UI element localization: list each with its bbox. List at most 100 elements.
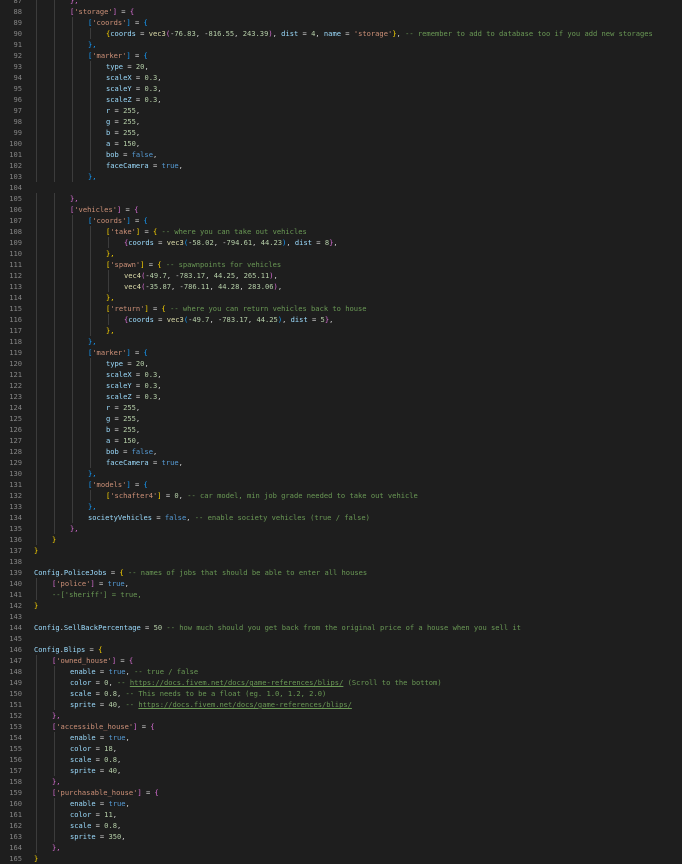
code-line[interactable]: 102 faceCamera = true, bbox=[0, 160, 682, 171]
code-line[interactable]: 152}, bbox=[0, 710, 682, 721]
code-line[interactable]: 110}, bbox=[0, 248, 682, 259]
code-line[interactable]: 104 bbox=[0, 182, 682, 193]
indent-guide bbox=[90, 248, 91, 259]
code-token: scaleX bbox=[106, 370, 132, 379]
code-line[interactable]: 126 b = 255, bbox=[0, 424, 682, 435]
code-line[interactable]: 153 ['accessible_house'] = { bbox=[0, 721, 682, 732]
code-line[interactable]: 162 scale = 0.8, bbox=[0, 820, 682, 831]
code-token: 816.55 bbox=[208, 29, 235, 38]
code-line[interactable]: 119 ['marker'] = { bbox=[0, 347, 682, 358]
code-editor[interactable]: 87}, 88 ['storage'] = {89 ['coords'] = {90{… bbox=[0, 0, 682, 864]
code-line[interactable]: 157 sprite = 40, bbox=[0, 765, 682, 776]
code-line[interactable]: 161 color = 11, bbox=[0, 809, 682, 820]
code-line[interactable]: 144 Config.SellBackPercentage = 50 -- how… bbox=[0, 622, 682, 633]
code-line[interactable]: 155 color = 18, bbox=[0, 743, 682, 754]
code-line[interactable]: 95 scaleY = 0.3, bbox=[0, 83, 682, 94]
code-line[interactable]: 146 Config.Blips = { bbox=[0, 644, 682, 655]
code-line[interactable]: 151 sprite = 40, -- https://docs.fivem.ne… bbox=[0, 699, 682, 710]
code-line[interactable]: 90 {coords = vec3(-76.83, -816.55, 243.39… bbox=[0, 28, 682, 39]
code-token[interactable]: https://docs.fivem.net/docs/game-referen… bbox=[138, 700, 352, 709]
code-line[interactable]: 92 ['marker'] = { bbox=[0, 50, 682, 61]
code-line[interactable]: 158}, bbox=[0, 776, 682, 787]
code-line[interactable]: 105}, bbox=[0, 193, 682, 204]
code-token: 255 bbox=[123, 117, 136, 126]
code-line[interactable]: 107 ['coords'] = { bbox=[0, 215, 682, 226]
code-line[interactable]: 143 bbox=[0, 611, 682, 622]
code-line[interactable]: 148 enable = true, -- true / false bbox=[0, 666, 682, 677]
code-line[interactable]: 160 enable = true, bbox=[0, 798, 682, 809]
code-line[interactable]: 103}, bbox=[0, 171, 682, 182]
code-line[interactable]: 91}, bbox=[0, 39, 682, 50]
code-line[interactable]: 163 sprite = 350, bbox=[0, 831, 682, 842]
code-line[interactable]: 115 ['return'] = { -- where you can retur… bbox=[0, 303, 682, 314]
code-line[interactable]: 135}, bbox=[0, 523, 682, 534]
code-token: = bbox=[110, 414, 124, 423]
code-line[interactable]: 139 Config.PoliceJobs = { -- names of job… bbox=[0, 567, 682, 578]
code-line[interactable]: 114}, bbox=[0, 292, 682, 303]
code-token: }, bbox=[52, 843, 61, 852]
code-token: sprite bbox=[70, 700, 96, 709]
code-line[interactable]: 138 bbox=[0, 556, 682, 567]
code-line[interactable]: 137} bbox=[0, 545, 682, 556]
code-token: }, bbox=[70, 194, 79, 203]
code-token: = bbox=[95, 700, 109, 709]
code-line[interactable]: 118}, bbox=[0, 336, 682, 347]
code-line[interactable]: 98 g = 255, bbox=[0, 116, 682, 127]
code-line[interactable]: 88 ['storage'] = { bbox=[0, 6, 682, 17]
indent-guide bbox=[54, 116, 55, 127]
code-line[interactable]: 149 color = 0, -- https://docs.fivem.net/… bbox=[0, 677, 682, 688]
code-line[interactable]: 120 type = 20, bbox=[0, 358, 682, 369]
code-line[interactable]: 133}, bbox=[0, 501, 682, 512]
code-line[interactable]: 150 scale = 0.8, -- This needs to be a fl… bbox=[0, 688, 682, 699]
line-number: 145 bbox=[9, 634, 22, 643]
code-line[interactable]: 164}, bbox=[0, 842, 682, 853]
code-line[interactable]: 147 ['owned_house'] = { bbox=[0, 655, 682, 666]
code-line[interactable]: 99 b = 255, bbox=[0, 127, 682, 138]
code-line[interactable]: 134 societyVehicles = false, -- enable so… bbox=[0, 512, 682, 523]
code-line[interactable]: 89 ['coords'] = { bbox=[0, 17, 682, 28]
code-line[interactable]: 112 vec4(-49.7, -783.17, 44.25, 265.11), bbox=[0, 270, 682, 281]
code-line[interactable]: 131 ['models'] = { bbox=[0, 479, 682, 490]
code-line[interactable]: 93 type = 20, bbox=[0, 61, 682, 72]
code-line[interactable]: 113 vec4(-35.87, -786.11, 44.28, 283.06), bbox=[0, 281, 682, 292]
line-number: 95 bbox=[13, 84, 22, 93]
code-line[interactable]: 136} bbox=[0, 534, 682, 545]
code-line[interactable]: 116 {coords = vec3(-49.7, -783.17, 44.25)… bbox=[0, 314, 682, 325]
code-line[interactable]: 101 bob = false, bbox=[0, 149, 682, 160]
code-line[interactable]: 129 faceCamera = true, bbox=[0, 457, 682, 468]
code-line[interactable]: 165} bbox=[0, 853, 682, 864]
code-line[interactable]: 123 scaleZ = 0.3, bbox=[0, 391, 682, 402]
indent-guide bbox=[36, 138, 37, 149]
code-line[interactable]: 97 r = 255, bbox=[0, 105, 682, 116]
code-line[interactable]: 130}, bbox=[0, 468, 682, 479]
code-token: { bbox=[143, 480, 148, 489]
code-token[interactable]: https://docs.fivem.net/docs/game-referen… bbox=[130, 678, 344, 687]
code-line[interactable]: 121 scaleX = 0.3, bbox=[0, 369, 682, 380]
code-line[interactable]: 145 bbox=[0, 633, 682, 644]
code-line[interactable]: 132 ['schafter4'] = 0, -- car model, min … bbox=[0, 490, 682, 501]
code-line[interactable]: 127 a = 150, bbox=[0, 435, 682, 446]
line-number: 103 bbox=[9, 172, 22, 181]
code-line[interactable]: 106 ['vehicles'] = { bbox=[0, 204, 682, 215]
code-line[interactable]: 159 ['purchasable_house'] = { bbox=[0, 787, 682, 798]
code-line[interactable]: 108 ['take'] = { -- where you can take ou… bbox=[0, 226, 682, 237]
code-line[interactable]: 109 {coords = vec3(-58.02, -794.61, 44.23… bbox=[0, 237, 682, 248]
code-line[interactable]: 140 ['police'] = true, bbox=[0, 578, 682, 589]
code-line[interactable]: 124 r = 255, bbox=[0, 402, 682, 413]
code-line[interactable]: 125 g = 255, bbox=[0, 413, 682, 424]
code-token: scaleY bbox=[106, 381, 132, 390]
code-line[interactable]: 128 bob = false, bbox=[0, 446, 682, 457]
line-number: 117 bbox=[9, 326, 22, 335]
code-line[interactable]: 111 ['spawn'] = { -- spawnpoints for vehi… bbox=[0, 259, 682, 270]
code-line[interactable]: 156 scale = 0.8, bbox=[0, 754, 682, 765]
code-line[interactable]: 142} bbox=[0, 600, 682, 611]
code-token: = bbox=[117, 7, 130, 16]
code-line[interactable]: 154 enable = true, bbox=[0, 732, 682, 743]
code-line[interactable]: 96 scaleZ = 0.3, bbox=[0, 94, 682, 105]
code-token: = bbox=[307, 315, 321, 324]
code-line[interactable]: 122 scaleY = 0.3, bbox=[0, 380, 682, 391]
code-line[interactable]: 94 scaleX = 0.3, bbox=[0, 72, 682, 83]
code-line[interactable]: 141 --['sheriff'] = true, bbox=[0, 589, 682, 600]
code-line[interactable]: 117}, bbox=[0, 325, 682, 336]
code-line[interactable]: 100 a = 150, bbox=[0, 138, 682, 149]
